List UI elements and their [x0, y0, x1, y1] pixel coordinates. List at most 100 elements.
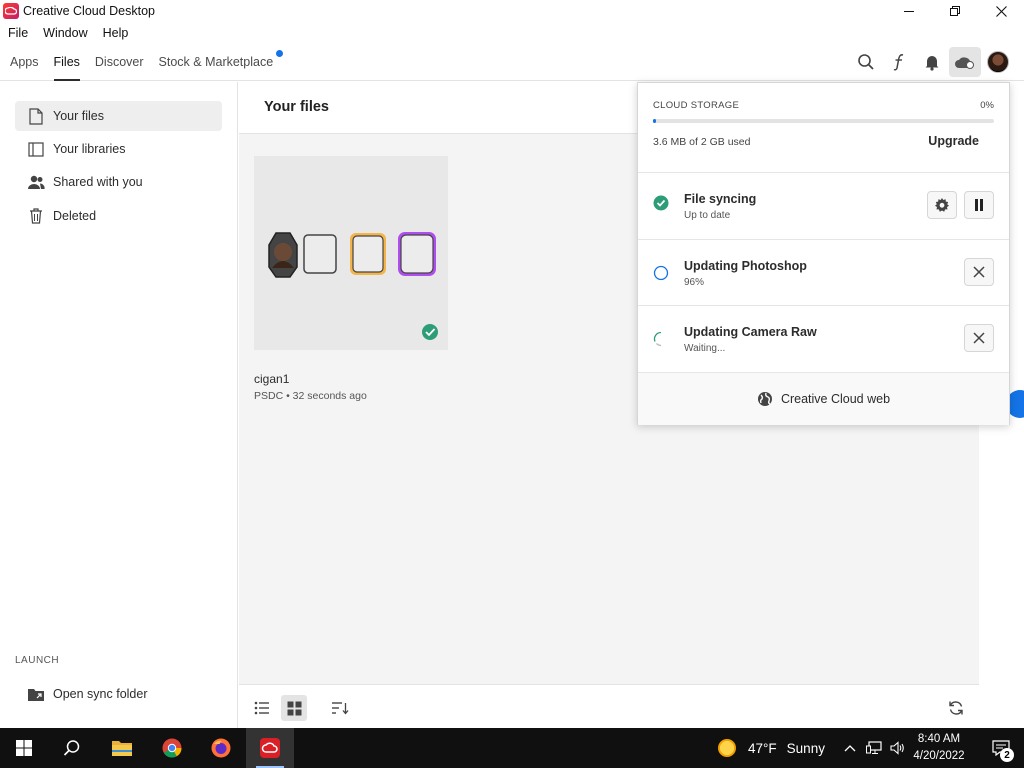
refresh-icon [949, 701, 963, 715]
folder-icon [112, 741, 132, 756]
synced-check-icon [422, 324, 438, 340]
taskbar-clock[interactable]: 8:40 AM 4/20/2022 [906, 731, 972, 765]
storage-progress-bar [653, 119, 994, 123]
taskbar-chrome[interactable] [148, 728, 196, 768]
cloud-activity-popup: CLOUD STORAGE 0% 3.6 MB of 2 GB used Upg… [637, 82, 1010, 425]
sidebar-item-your-libraries[interactable]: Your libraries [15, 134, 222, 164]
sync-settings-button[interactable] [927, 191, 957, 219]
fonts-icon [893, 54, 904, 71]
chrome-icon [162, 738, 182, 758]
system-tray [838, 728, 910, 768]
sidebar-item-deleted[interactable]: Deleted [15, 201, 222, 231]
weather-description: Sunny [786, 740, 825, 756]
file-icon [25, 107, 47, 125]
grid-view-icon [287, 701, 301, 715]
launch-section-label: LAUNCH [15, 655, 60, 666]
open-sync-folder-button[interactable]: Open sync folder [15, 679, 222, 709]
view-toolbar [239, 684, 979, 728]
update-photoshop-title: Updating Photoshop [684, 259, 807, 273]
divider [638, 239, 1009, 240]
tab-discover[interactable]: Discover [95, 43, 144, 81]
page-title: Your files [264, 99, 329, 115]
sun-icon [718, 739, 736, 757]
sidebar-item-label: Your files [53, 109, 104, 123]
chevron-up-icon [844, 745, 856, 752]
tab-files[interactable]: Files [53, 43, 81, 81]
search-icon [63, 740, 80, 756]
taskbar: 47°F Sunny 8:40 AM 4/20/2022 2 [0, 728, 1024, 768]
restore-button[interactable] [932, 0, 978, 22]
menu-window[interactable]: Window [43, 26, 87, 40]
storage-progress-fill [653, 119, 657, 123]
cloud-storage-label: CLOUD STORAGE [653, 100, 740, 111]
file-meta: PSDC • 32 seconds ago [254, 390, 367, 402]
globe-icon [757, 391, 773, 407]
update-photoshop-progress: 96% [684, 277, 705, 288]
update-camera-raw-title: Updating Camera Raw [684, 325, 817, 339]
tab-apps[interactable]: Apps [10, 43, 39, 81]
close-icon [973, 266, 985, 278]
divider [638, 172, 1009, 173]
cancel-camera-raw-update-button[interactable] [964, 324, 994, 352]
firefox-icon [211, 738, 231, 758]
cloud-storage-percent: 0% [980, 100, 994, 111]
bell-icon [925, 56, 939, 71]
creative-cloud-icon [260, 738, 280, 758]
sidebar-item-label: Your libraries [53, 142, 126, 156]
divider [638, 305, 1009, 306]
minimize-icon [903, 10, 914, 12]
sidebar-item-label: Open sync folder [53, 687, 148, 701]
window-controls [886, 0, 1024, 22]
search-button[interactable] [850, 47, 882, 77]
gear-icon [935, 198, 949, 212]
taskbar-search-button[interactable] [48, 728, 96, 768]
sort-button[interactable] [327, 695, 353, 721]
weather-temperature: 47°F [748, 740, 777, 756]
upgrade-link[interactable]: Upgrade [928, 134, 979, 148]
refresh-button[interactable] [943, 695, 969, 721]
file-syncing-status: Up to date [684, 210, 731, 221]
library-icon [25, 141, 47, 157]
network-button[interactable] [862, 741, 886, 755]
users-icon [25, 175, 47, 190]
creative-cloud-web-label: Creative Cloud web [780, 392, 891, 406]
file-name[interactable]: cigan1 [254, 372, 289, 386]
notifications-button[interactable] [916, 47, 948, 77]
cloud-activity-button[interactable] [949, 47, 981, 77]
close-icon [973, 332, 985, 344]
sort-icon [332, 702, 349, 715]
notification-count-badge: 2 [1000, 748, 1014, 762]
title-bar: Creative Cloud Desktop [0, 0, 1024, 22]
cancel-photoshop-update-button[interactable] [964, 258, 994, 286]
creative-cloud-web-link[interactable]: Creative Cloud web [638, 373, 1009, 425]
creative-cloud-app-icon [3, 3, 19, 19]
notification-center-button[interactable]: 2 [978, 728, 1024, 768]
window-title: Creative Cloud Desktop [23, 4, 156, 18]
menu-file[interactable]: File [8, 26, 28, 40]
list-view-button[interactable] [249, 695, 275, 721]
start-button[interactable] [0, 728, 48, 768]
taskbar-file-explorer[interactable] [98, 728, 146, 768]
network-icon [866, 741, 882, 754]
weather-widget[interactable]: 47°F Sunny [718, 728, 825, 768]
update-camera-raw-status: Waiting... [684, 343, 726, 354]
menu-help[interactable]: Help [103, 26, 129, 40]
sidebar-item-label: Deleted [53, 209, 97, 223]
notification-dot [276, 50, 284, 57]
progress-ring-icon [653, 265, 669, 281]
tab-stock-marketplace[interactable]: Stock & Marketplace [159, 43, 284, 81]
fonts-button[interactable] [883, 47, 915, 77]
close-button[interactable] [978, 0, 1024, 22]
nav-icons [849, 43, 1014, 81]
windows-icon [16, 740, 32, 756]
sidebar-item-shared-with-you[interactable]: Shared with you [15, 167, 222, 197]
taskbar-firefox[interactable] [197, 728, 245, 768]
show-hidden-icons-button[interactable] [838, 744, 862, 752]
minimize-button[interactable] [886, 0, 932, 22]
file-thumbnail[interactable] [254, 156, 448, 350]
grid-view-button[interactable] [281, 695, 307, 721]
profile-button[interactable] [982, 47, 1014, 77]
pause-sync-button[interactable] [964, 191, 994, 219]
sidebar-item-your-files[interactable]: Your files [15, 101, 222, 131]
taskbar-creative-cloud[interactable] [246, 728, 294, 768]
